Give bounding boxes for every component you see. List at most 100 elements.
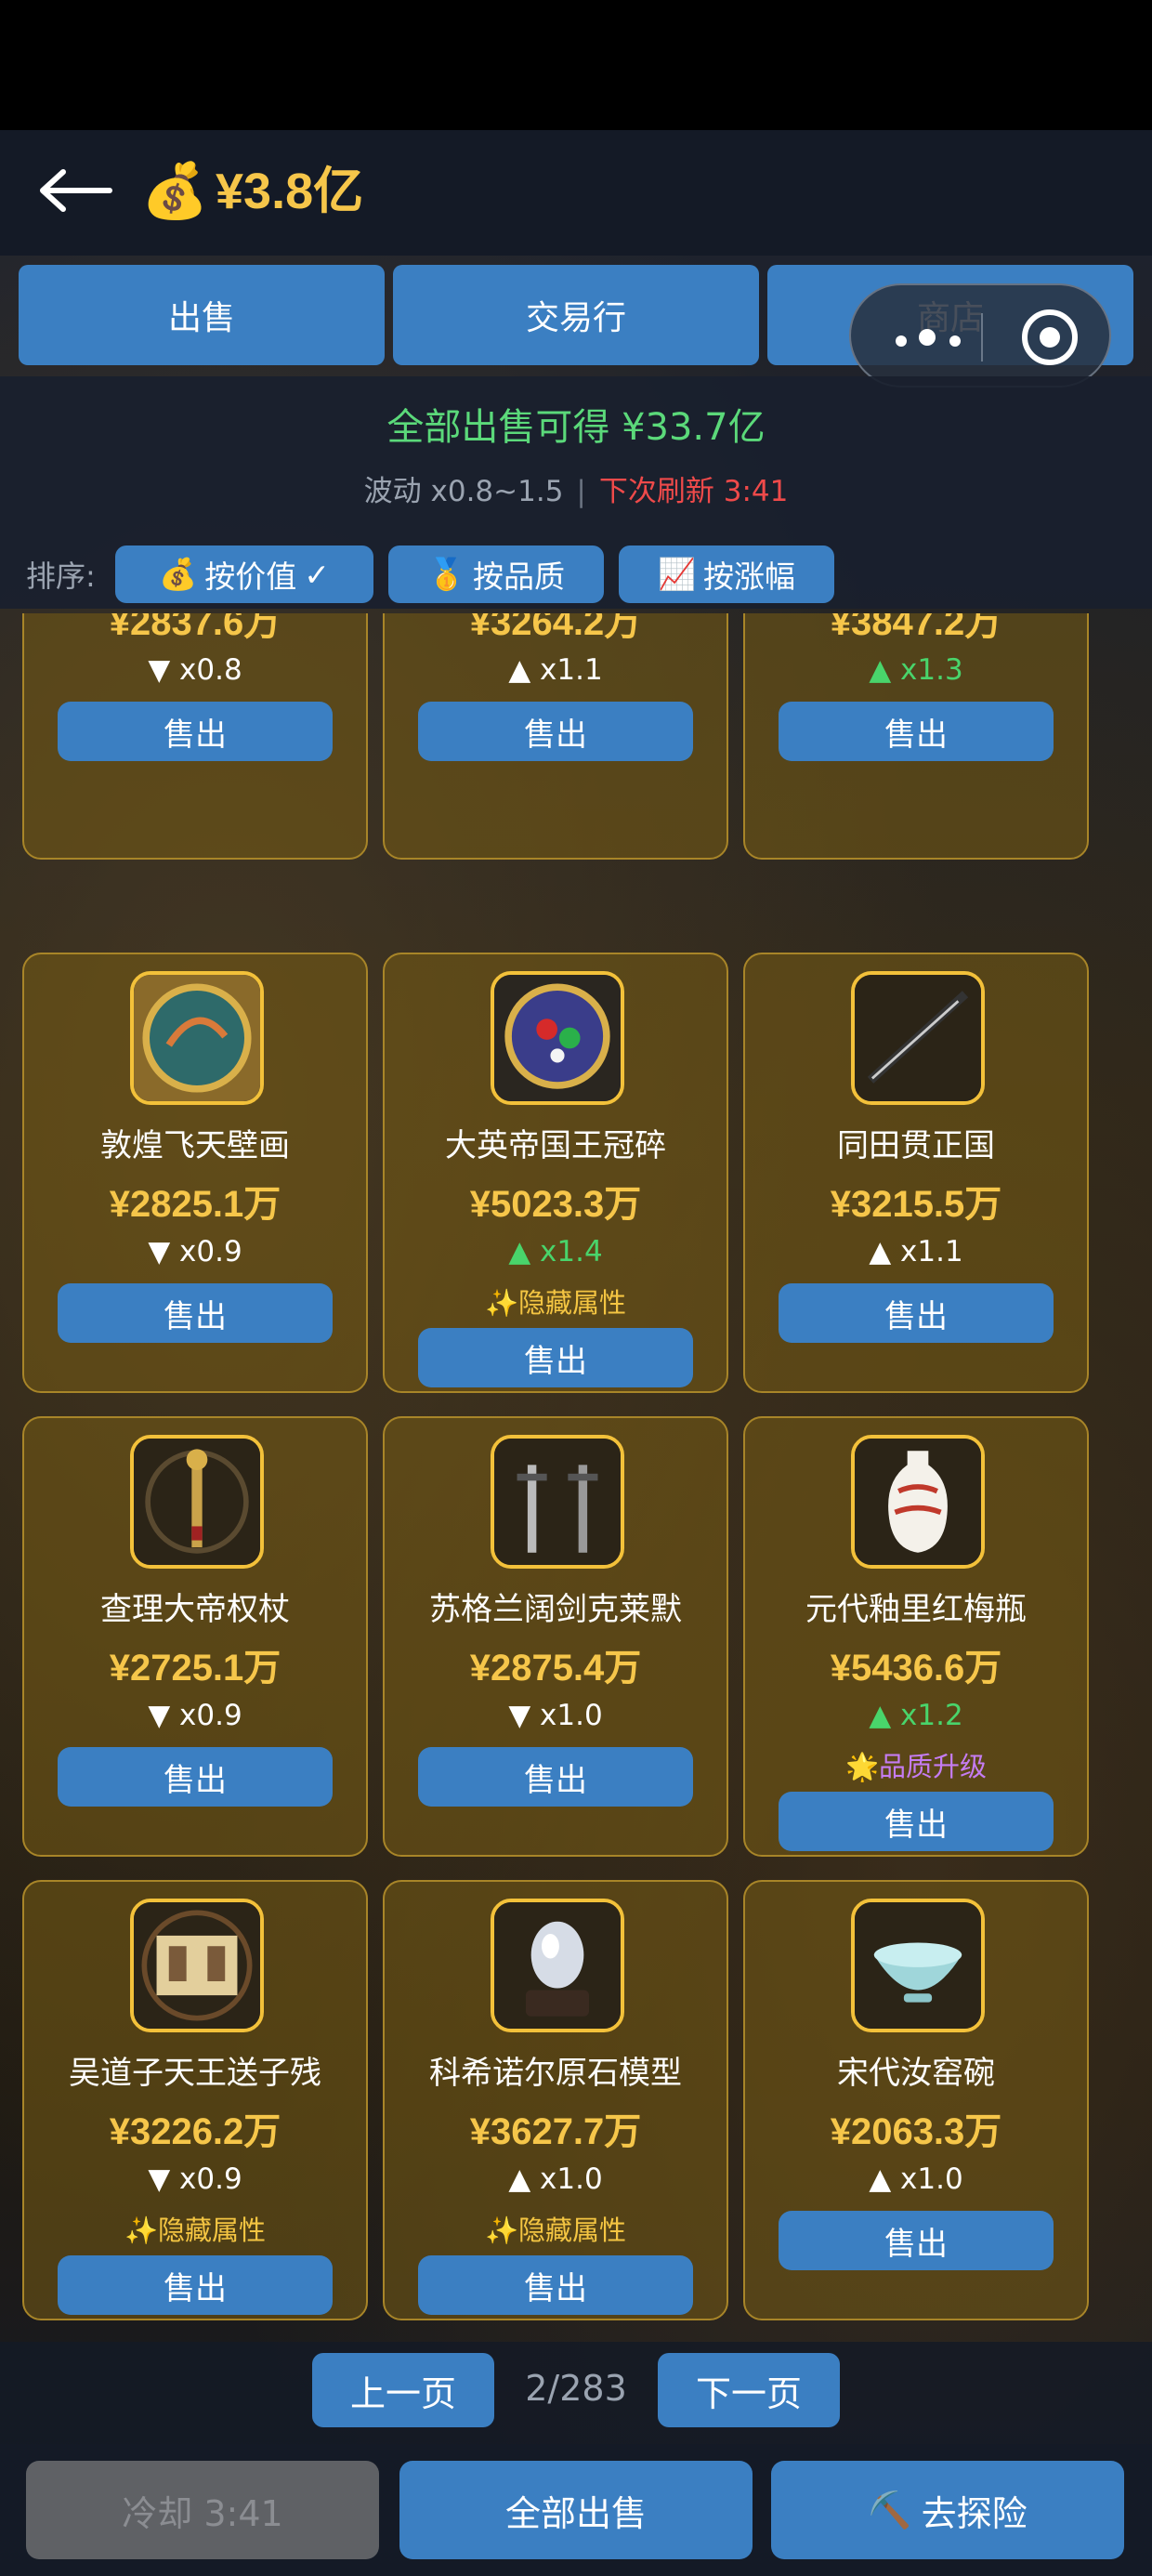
item-price: ¥5023.3万 bbox=[469, 1184, 642, 1225]
item-price: ¥5436.6万 bbox=[830, 1648, 1002, 1689]
item-name: 科希诺尔原石模型 bbox=[429, 2055, 682, 2092]
item-card: 汉谟拉比法典碎¥3264.2万▲ x1.1售出 bbox=[383, 613, 728, 860]
item-name: 吴道子天王送子残 bbox=[69, 2055, 321, 2092]
item-card: 宋代汝窑碗 ¥2063.3万 ▲ x1.0 售出 bbox=[743, 1880, 1089, 2320]
price-trend: ▲ x1.4 bbox=[508, 1235, 603, 1268]
sell-item-button[interactable]: 售出 bbox=[779, 1792, 1054, 1851]
mural-icon bbox=[130, 971, 264, 1105]
bottom-action-bar: 冷却 3:41 全部出售 ⛏️ 去探险 bbox=[0, 2444, 1152, 2576]
item-price: ¥2825.1万 bbox=[109, 1184, 281, 1225]
scroll-painting-icon bbox=[130, 1899, 264, 2032]
prev-page-button[interactable]: 上一页 bbox=[312, 2353, 494, 2427]
market-info: 波动 x0.8~1.5 | 下次刷新 3:41 bbox=[0, 467, 1152, 509]
item-card: 查理大帝权杖 ¥2725.1万 ▼ x0.9 售出 bbox=[22, 1416, 368, 1857]
check-icon: ✓ bbox=[304, 556, 330, 593]
cooldown-button[interactable]: 冷却 3:41 bbox=[26, 2461, 379, 2559]
sell-item-button[interactable]: 售出 bbox=[418, 702, 693, 761]
item-name: 敦煌飞天壁画 bbox=[100, 1127, 290, 1164]
price-trend: ▲ x1.1 bbox=[869, 1235, 963, 1268]
sell-item-button[interactable]: 售出 bbox=[779, 1283, 1054, 1343]
sort-bar: 排序: 💰 按价值 ✓ 🥇 按品质 📈 按涨幅 bbox=[0, 534, 1152, 609]
bowl-icon bbox=[851, 1899, 985, 2032]
item-card: 苏格兰阔剑克莱默 ¥2875.4万 ▼ x1.0 售出 bbox=[383, 1416, 728, 1857]
sell-item-button[interactable]: 售出 bbox=[418, 2255, 693, 2315]
item-card: 敦煌飞天壁画 ¥2825.1万 ▼ x0.9 售出 bbox=[22, 953, 368, 1393]
sell-item-button[interactable]: 售出 bbox=[418, 1328, 693, 1387]
tab-trading-house[interactable]: 交易行 bbox=[393, 265, 759, 365]
tab-label: 出售 bbox=[167, 299, 235, 337]
sort-label: 排序: bbox=[26, 559, 96, 594]
price-trend: ▼ x0.9 bbox=[148, 2162, 242, 2196]
scepter-icon bbox=[130, 1435, 264, 1569]
diamond-icon bbox=[491, 1899, 624, 2032]
sell-item-button[interactable]: 售出 bbox=[779, 2211, 1054, 2270]
total-sell-value: 全部出售可得 ¥33.7亿 bbox=[386, 406, 766, 449]
item-price: ¥3627.7万 bbox=[469, 2111, 642, 2152]
price-trend: ▲ x1.3 bbox=[869, 653, 963, 687]
item-price: ¥2725.1万 bbox=[109, 1648, 281, 1689]
pagination: 上一页 2/283 下一页 bbox=[0, 2342, 1152, 2444]
sell-item-button[interactable]: 售出 bbox=[58, 702, 333, 761]
item-name: 大英帝国王冠碎 bbox=[445, 1127, 666, 1164]
price-trend: ▼ x0.9 bbox=[148, 1235, 242, 1268]
crown-icon bbox=[491, 971, 624, 1105]
item-name: 苏格兰阔剑克莱默 bbox=[429, 1591, 682, 1628]
sort-by-quality-button[interactable]: 🥇 按品质 bbox=[388, 545, 604, 603]
item-tag: 🌟品质升级 bbox=[844, 1751, 988, 1782]
back-arrow-icon[interactable] bbox=[37, 167, 113, 214]
sort-by-gain-button[interactable]: 📈 按涨幅 bbox=[619, 545, 834, 603]
separator: | bbox=[576, 475, 586, 508]
item-grid: 长曾祢虎彻¥2837.6万▼ x0.8售出汉谟拉比法典碎¥3264.2万▲ x1… bbox=[0, 613, 1152, 2333]
item-card: 大英帝国王冠碎 ¥5023.3万 ▲ x1.4 ✨隐藏属性售出 bbox=[383, 953, 728, 1393]
sort-option-label: 按价值 bbox=[204, 559, 297, 595]
more-icon[interactable] bbox=[888, 321, 972, 354]
header: 💰 ¥3.8亿 bbox=[0, 130, 1152, 256]
sell-item-button[interactable]: 售出 bbox=[418, 1747, 693, 1807]
sell-item-button[interactable]: 售出 bbox=[58, 2255, 333, 2315]
sort-option-label: 按品质 bbox=[473, 559, 566, 595]
sell-summary: 全部出售可得 ¥33.7亿 波动 x0.8~1.5 | 下次刷新 3:41 bbox=[0, 376, 1152, 534]
refresh-timer: 下次刷新 3:41 bbox=[598, 475, 789, 508]
mini-program-capsule bbox=[849, 283, 1111, 388]
item-card: 翠玉白菜¥3847.2万▲ x1.3售出 bbox=[743, 613, 1089, 860]
sort-option-label: 按涨幅 bbox=[703, 559, 796, 595]
explore-label: 去探险 bbox=[921, 2492, 1028, 2534]
sell-all-button[interactable]: 全部出售 bbox=[399, 2461, 753, 2559]
price-trend: ▼ x0.8 bbox=[148, 653, 242, 687]
sell-item-button[interactable]: 售出 bbox=[779, 702, 1054, 761]
item-price: ¥3264.2万 bbox=[469, 613, 642, 643]
close-target-icon[interactable] bbox=[1018, 306, 1081, 369]
item-price: ¥3847.2万 bbox=[830, 613, 1002, 643]
item-card: 吴道子天王送子残 ¥3226.2万 ▼ x0.9 ✨隐藏属性 售出 bbox=[22, 1880, 368, 2320]
chart-up-icon: 📈 bbox=[657, 556, 697, 592]
item-name: 查理大帝权杖 bbox=[100, 1591, 290, 1628]
price-trend: ▲ x1.0 bbox=[508, 2162, 603, 2196]
price-trend: ▲ x1.0 bbox=[869, 2162, 963, 2196]
sell-item-button[interactable]: 售出 bbox=[58, 1283, 333, 1343]
explore-button[interactable]: ⛏️ 去探险 bbox=[771, 2461, 1124, 2559]
capsule-divider bbox=[981, 313, 983, 361]
money-bag-icon: 💰 bbox=[141, 159, 209, 222]
item-card: 同田贯正国 ¥3215.5万 ▲ x1.1 售出 bbox=[743, 953, 1089, 1393]
price-trend: ▼ x1.0 bbox=[508, 1699, 603, 1732]
next-page-button[interactable]: 下一页 bbox=[658, 2353, 840, 2427]
item-tag: ✨隐藏属性 bbox=[484, 2215, 627, 2246]
sell-item-button[interactable]: 售出 bbox=[58, 1747, 333, 1807]
tab-sell[interactable]: 出售 bbox=[19, 265, 385, 365]
sword-icon bbox=[851, 971, 985, 1105]
item-card: 科希诺尔原石模型 ¥3627.7万 ▲ x1.0 ✨隐藏属性售出 bbox=[383, 1880, 728, 2320]
sort-by-value-button[interactable]: 💰 按价值 ✓ bbox=[115, 545, 373, 603]
item-card: 长曾祢虎彻¥2837.6万▼ x0.8售出 bbox=[22, 613, 368, 860]
item-price: ¥2875.4万 bbox=[469, 1648, 642, 1689]
item-name: 元代釉里红梅瓶 bbox=[805, 1591, 1027, 1628]
fluctuation-range: 波动 x0.8~1.5 bbox=[363, 475, 564, 508]
balance: ¥3.8亿 bbox=[216, 164, 364, 219]
item-tag: ✨隐藏属性 bbox=[124, 2215, 267, 2246]
money-bag-icon: 💰 bbox=[159, 556, 198, 592]
vase-icon bbox=[851, 1435, 985, 1569]
item-price: ¥2063.3万 bbox=[830, 2111, 1002, 2152]
price-trend: ▲ x1.2 bbox=[869, 1699, 963, 1732]
item-tag: ✨隐藏属性 bbox=[484, 1287, 627, 1319]
medal-icon: 🥇 bbox=[426, 556, 466, 592]
item-price: ¥2837.6万 bbox=[109, 613, 281, 643]
